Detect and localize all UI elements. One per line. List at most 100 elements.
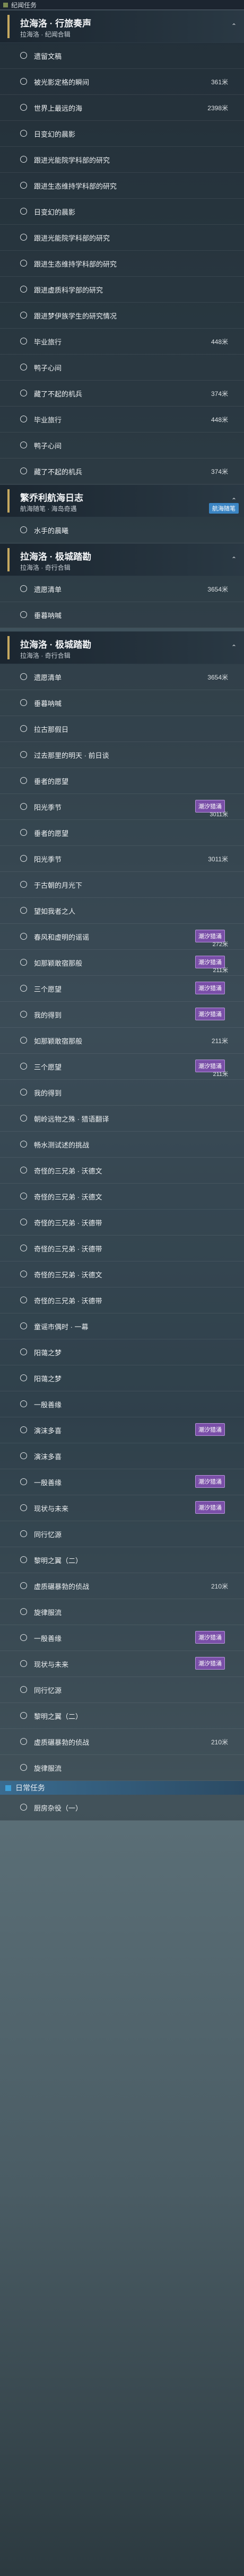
quest-item[interactable]: 童谣市偶时 · 一幕: [0, 1313, 244, 1339]
circle-icon: [20, 611, 27, 618]
quest-item[interactable]: 被光影定格的瞬间 361米: [0, 69, 244, 95]
quest-item[interactable]: 现状与未来 潮汐猎涌: [0, 1651, 244, 1677]
quest-item[interactable]: 望如我者之人: [0, 898, 244, 924]
quest-item[interactable]: 跟进梦伊族学生的研究情况: [0, 303, 244, 329]
quest-item[interactable]: 我的得到: [0, 1080, 244, 1106]
event-badge: 潮汐猎涌: [195, 982, 225, 994]
quest-item-label: 垂暮呐喊: [34, 700, 62, 708]
circle-icon: [20, 1764, 27, 1771]
quest-item[interactable]: 虚质碾暴勃的侦战 210米: [0, 1573, 244, 1599]
circle-icon: [20, 260, 27, 267]
quest-item[interactable]: 虚质碾暴勃的侦战 210米: [0, 1729, 244, 1755]
quest-item[interactable]: 厨房杂役（一）: [0, 1795, 244, 1821]
quest-item[interactable]: 三个愿望 潮汐猎涌: [0, 976, 244, 1002]
quest-item[interactable]: 跟进光能院学科部的研究: [0, 225, 244, 251]
quest-item[interactable]: 于古朝的月光下: [0, 872, 244, 898]
circle-icon: [20, 1660, 27, 1667]
quest-item[interactable]: 畅水测试述的挑战: [0, 1132, 244, 1158]
quest-item[interactable]: 阳蔼之梦: [0, 1365, 244, 1391]
circle-icon: [20, 1115, 27, 1122]
quest-item-label: 我的得到: [34, 1011, 62, 1019]
quest-item[interactable]: 如那颖敢宿那般 211米: [0, 1028, 244, 1054]
quest-item[interactable]: 奇怪的三兄弟 · 沃德带: [0, 1210, 244, 1236]
quest-item[interactable]: 一殷善缘 潮汐猎涌: [0, 1625, 244, 1651]
quest-item[interactable]: 黎明之翼（二）: [0, 1703, 244, 1729]
quest-item[interactable]: 垂者的愿望: [0, 820, 244, 846]
quest-item-label: 跟进生态维持学科部的研究: [34, 260, 117, 268]
event-badge: 潮汐猎涌: [195, 1008, 225, 1020]
quest-group-header[interactable]: 拉海洛 · 行旅奏声 拉海洛 · 纪闻合辑 ⌃: [0, 10, 244, 43]
quest-item[interactable]: 过去那里的明天 · 前日谈: [0, 742, 244, 768]
quest-item[interactable]: 水手的晨曦: [0, 517, 244, 543]
quest-item[interactable]: 遗愿清单 3654米: [0, 664, 244, 690]
circle-icon: [20, 777, 27, 784]
quest-item[interactable]: 鸭子心间: [0, 433, 244, 458]
quest-item-label: 过去那里的明天 · 前日谈: [34, 752, 109, 760]
quest-item[interactable]: 跟进生态维持学科部的研究: [0, 251, 244, 277]
circle-icon: [20, 286, 27, 293]
quest-item[interactable]: 奇怪的三兄弟 · 沃德文: [0, 1184, 244, 1210]
quest-item[interactable]: 垂暮呐喊: [0, 690, 244, 716]
quest-item[interactable]: 日变幻的晨影: [0, 121, 244, 147]
quest-item-label: 跟进生态维持学科部的研究: [34, 182, 117, 190]
daily-category-bar[interactable]: 日常任务: [0, 1781, 244, 1795]
quest-item[interactable]: 世界上最远的海 2398米: [0, 95, 244, 121]
quest-item[interactable]: 旋律服流: [0, 1599, 244, 1625]
event-badge: 潮汐猎涌: [195, 1423, 225, 1436]
quest-item[interactable]: 奇怪的三兄弟 · 沃德文: [0, 1158, 244, 1184]
quest-item[interactable]: 三个愿望 潮汐猎涌 211米: [0, 1054, 244, 1080]
quest-item-distance: 210米: [211, 1739, 228, 1746]
quest-item[interactable]: 毕业旅行 448米: [0, 407, 244, 433]
quest-item[interactable]: 同行忆源: [0, 1677, 244, 1703]
quest-item[interactable]: 阳光季节 3011米: [0, 846, 244, 872]
group-subtitle: 拉海洛 · 奇行合辑: [20, 564, 71, 571]
quest-item[interactable]: 跟进生态维持学科部的研究: [0, 173, 244, 199]
group-title: 拉海洛 · 极城踏勘: [20, 552, 92, 562]
circle-icon: [20, 526, 27, 533]
quest-item[interactable]: 一殷善缘 潮汐猎涌: [0, 1469, 244, 1495]
quest-item[interactable]: 朝岭远物之殊 · 猎语翻译: [0, 1106, 244, 1132]
quest-item[interactable]: 奇怪的三兄弟 · 沃德文: [0, 1261, 244, 1287]
quest-item[interactable]: 演沫多喜: [0, 1443, 244, 1469]
quest-item[interactable]: 演沫多喜 潮汐猎涌: [0, 1417, 244, 1443]
quest-item[interactable]: 黎明之翼（二）: [0, 1547, 244, 1573]
circle-icon: [20, 1608, 27, 1615]
group-tag-badge: 航海随笔: [209, 503, 239, 514]
quest-category-bar[interactable]: 纪闻任务: [0, 0, 244, 10]
quest-group-header[interactable]: 拉海洛 · 极城踏勘 拉海洛 · 奇行合辑 ⌃: [0, 631, 244, 664]
quest-item-label: 拉古那假日: [34, 726, 69, 734]
quest-item[interactable]: 跟进虚质科学部的研究: [0, 277, 244, 303]
group-accent-bar: [7, 15, 10, 38]
quest-item[interactable]: 如那颖敢宿那般 潮汐猎涌 211米: [0, 950, 244, 976]
quest-item[interactable]: 遗愿清单 3654米: [0, 576, 244, 602]
quest-item[interactable]: 奇怪的三兄弟 · 沃德带: [0, 1287, 244, 1313]
quest-group-header[interactable]: 繁乔利航海日志 航海随笔 · 海岛奇遇 航海随笔 ⌃: [0, 484, 244, 517]
quest-item[interactable]: 拉古那假日: [0, 716, 244, 742]
quest-item[interactable]: 藏了不起的机兵 374米: [0, 458, 244, 484]
quest-item-label: 鸭子心间: [34, 442, 62, 450]
quest-item[interactable]: 阳蔼之梦: [0, 1339, 244, 1365]
quest-item[interactable]: 奇怪的三兄弟 · 沃德带: [0, 1236, 244, 1261]
quest-item[interactable]: 春风和虚明的谣谣 潮汐猎涌 272米: [0, 924, 244, 950]
quest-item-label: 阳蔼之梦: [34, 1349, 62, 1357]
quest-item[interactable]: 毕业旅行 448米: [0, 329, 244, 355]
quest-item[interactable]: 鸭子心间: [0, 355, 244, 381]
quest-item[interactable]: 藏了不起的机兵 374米: [0, 381, 244, 407]
quest-item[interactable]: 同行忆源: [0, 1521, 244, 1547]
circle-icon: [20, 104, 27, 111]
quest-item[interactable]: 阳光季节 潮汐猎涌 3011米: [0, 794, 244, 820]
circle-icon: [20, 1530, 27, 1537]
quest-item[interactable]: 跟进光能院学科部的研究: [0, 147, 244, 173]
quest-category-label: 纪闻任务: [11, 1, 37, 9]
quest-item[interactable]: 现状与未来 潮汐猎涌: [0, 1495, 244, 1521]
quest-group-header[interactable]: 拉海洛 · 极城踏勘 拉海洛 · 奇行合辑 ⌃: [0, 543, 244, 576]
quest-item[interactable]: 垂者的愿望: [0, 768, 244, 794]
quest-item[interactable]: 旋律服流: [0, 1755, 244, 1781]
quest-item[interactable]: 遗留文稿: [0, 43, 244, 69]
quest-item[interactable]: 日变幻的晨影: [0, 199, 244, 225]
quest-item[interactable]: 垂暮呐喊: [0, 602, 244, 628]
circle-icon: [20, 1322, 27, 1329]
quest-item[interactable]: 一殷善缘: [0, 1391, 244, 1417]
quest-item[interactable]: 我的得到 潮汐猎涌: [0, 1002, 244, 1028]
quest-item-label: 三个愿望: [34, 985, 62, 993]
